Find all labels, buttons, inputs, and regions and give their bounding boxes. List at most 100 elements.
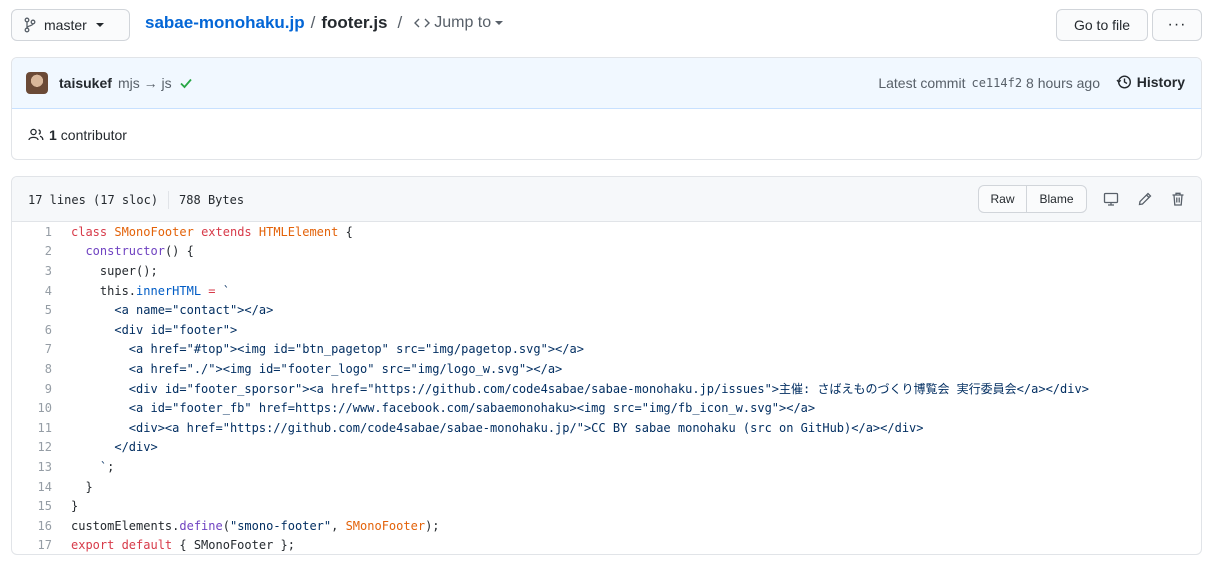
code-line: 8 <a href="./"><img id="footer_logo" src… xyxy=(12,359,1201,379)
line-content: this.innerHTML = ` xyxy=(52,284,230,298)
contributor-label: contributor xyxy=(60,127,127,143)
line-content: } xyxy=(52,499,78,513)
code-token: innerHTML xyxy=(136,283,202,298)
code-token: <a name="contact"></a> xyxy=(71,303,274,318)
code-token: ( xyxy=(222,518,230,533)
code-area: 1 class SMonoFooter extends HTMLElement {… xyxy=(12,222,1201,555)
code-token: HTMLElement xyxy=(258,224,339,239)
line-content: constructor() { xyxy=(52,244,194,259)
raw-button[interactable]: Raw xyxy=(978,185,1027,213)
line-number[interactable]: 15 xyxy=(12,499,52,513)
branch-select-button[interactable]: master xyxy=(11,9,130,41)
line-content: <a id="footer_fb" href=https://www.faceb… xyxy=(52,401,815,415)
contributors-info[interactable]: 1 contributor xyxy=(28,127,127,143)
jump-to-button[interactable]: Jump to xyxy=(414,14,504,32)
file-navigation-bar: master sabae-monohaku.jp / footer.js / J… xyxy=(11,8,1202,42)
more-options-button[interactable]: ··· xyxy=(1152,9,1202,41)
code-token: define xyxy=(179,518,223,533)
branch-icon xyxy=(24,17,36,33)
avatar[interactable] xyxy=(26,72,48,94)
line-number[interactable]: 13 xyxy=(12,460,52,474)
line-number[interactable]: 17 xyxy=(12,538,52,552)
blame-button[interactable]: Blame xyxy=(1026,185,1087,213)
code-token: <a href="./"><img id="footer_logo" src="… xyxy=(71,361,563,376)
code-token: = xyxy=(201,283,223,298)
code-token: ` xyxy=(71,459,108,474)
code-line: 5 <a name="contact"></a> xyxy=(12,300,1201,320)
code-line: 3 super(); xyxy=(12,261,1201,281)
line-number[interactable]: 4 xyxy=(12,284,52,298)
line-number[interactable]: 12 xyxy=(12,440,52,454)
code-line: 17 export default { SMonoFooter }; xyxy=(12,536,1201,555)
line-number[interactable]: 14 xyxy=(12,480,52,494)
line-number[interactable]: 8 xyxy=(12,362,52,376)
code-token: extends xyxy=(193,224,259,239)
line-number[interactable]: 5 xyxy=(12,303,52,317)
line-content: } xyxy=(52,480,92,494)
code-token: <div id="footer"> xyxy=(71,322,238,337)
code-line: 11 <div><a href="https://github.com/code… xyxy=(12,418,1201,438)
code-token: </div> xyxy=(71,440,158,455)
people-icon xyxy=(28,128,44,141)
line-content: export default { SMonoFooter }; xyxy=(52,538,295,552)
code-line: 14 } xyxy=(12,477,1201,497)
line-content: <div id="footer"> xyxy=(52,323,237,337)
line-number[interactable]: 7 xyxy=(12,342,52,356)
commit-header: taisukef mjs → js Latest commit ce114f2 … xyxy=(12,58,1201,109)
chevron-down-icon xyxy=(95,23,104,27)
repo-link[interactable]: sabae-monohaku.jp xyxy=(145,13,305,33)
line-content: `; xyxy=(52,460,114,474)
code-token: () { xyxy=(164,244,194,259)
line-content: <a href="#top"><img id="btn_pagetop" src… xyxy=(52,342,584,356)
line-number[interactable]: 2 xyxy=(12,244,52,258)
code-token: ); xyxy=(425,518,440,533)
code-line: 16 customElements.define("smono-footer", … xyxy=(12,516,1201,536)
jump-chevron-icon xyxy=(495,21,504,25)
pencil-icon[interactable] xyxy=(1137,191,1153,207)
commit-message[interactable]: mjs → js xyxy=(118,75,172,91)
line-number[interactable]: 10 xyxy=(12,401,52,415)
code-line: 6 <div id="footer"> xyxy=(12,320,1201,340)
branch-name: master xyxy=(44,17,87,33)
file-header: 17 lines (17 sloc) 788 Bytes Raw Blame xyxy=(12,177,1201,222)
code-token: export default xyxy=(71,538,173,553)
code-token: <div id="footer_sporsor"><a href="https:… xyxy=(71,382,1089,397)
code-line: 9 <div id="footer_sporsor"><a href="http… xyxy=(12,379,1201,399)
view-button-group: Raw Blame xyxy=(978,185,1087,213)
code-token: ` xyxy=(222,283,230,298)
line-content: <div><a href="https://github.com/code4sa… xyxy=(52,421,924,435)
code-token: super(); xyxy=(71,263,158,278)
code-token: , xyxy=(331,518,346,533)
line-number[interactable]: 11 xyxy=(12,421,52,435)
code-line: 12 </div> xyxy=(12,438,1201,458)
code-token: SMonoFooter xyxy=(345,518,426,533)
file-viewer: 17 lines (17 sloc) 788 Bytes Raw Blame 1… xyxy=(11,176,1202,555)
line-number[interactable]: 9 xyxy=(12,382,52,396)
code-token: this. xyxy=(71,283,137,298)
breadcrumb: sabae-monohaku.jp / footer.js / Jump to xyxy=(145,12,504,34)
line-count: 17 lines (17 sloc) xyxy=(28,193,159,207)
contributor-count: 1 xyxy=(49,127,57,143)
breadcrumb-separator: / xyxy=(310,13,316,32)
history-link[interactable]: History xyxy=(1116,74,1185,90)
code-token: <a id="footer_fb" href=https://www.faceb… xyxy=(71,401,816,416)
desktop-icon[interactable] xyxy=(1103,191,1119,207)
line-number[interactable]: 1 xyxy=(12,225,52,239)
commit-author[interactable]: taisukef xyxy=(59,75,112,91)
latest-commit-info: Latest commit ce114f2 8 hours ago xyxy=(878,75,1100,91)
trash-icon[interactable] xyxy=(1170,191,1186,207)
line-number[interactable]: 16 xyxy=(12,519,52,533)
file-size: 788 Bytes xyxy=(179,193,245,207)
latest-commit-box: taisukef mjs → js Latest commit ce114f2 … xyxy=(11,57,1202,160)
line-content: customElements.define("smono-footer", SM… xyxy=(52,519,440,533)
commit-sha[interactable]: ce114f2 xyxy=(971,76,1022,90)
check-icon[interactable] xyxy=(179,76,193,90)
line-content: class SMonoFooter extends HTMLElement { xyxy=(52,225,353,239)
go-to-file-button[interactable]: Go to file xyxy=(1056,9,1148,41)
line-number[interactable]: 6 xyxy=(12,323,52,337)
line-content: <a href="./"><img id="footer_logo" src="… xyxy=(52,362,562,376)
line-content: </div> xyxy=(52,440,158,455)
code-token: customElements. xyxy=(71,518,180,533)
code-icon xyxy=(414,18,431,28)
line-number[interactable]: 3 xyxy=(12,264,52,278)
